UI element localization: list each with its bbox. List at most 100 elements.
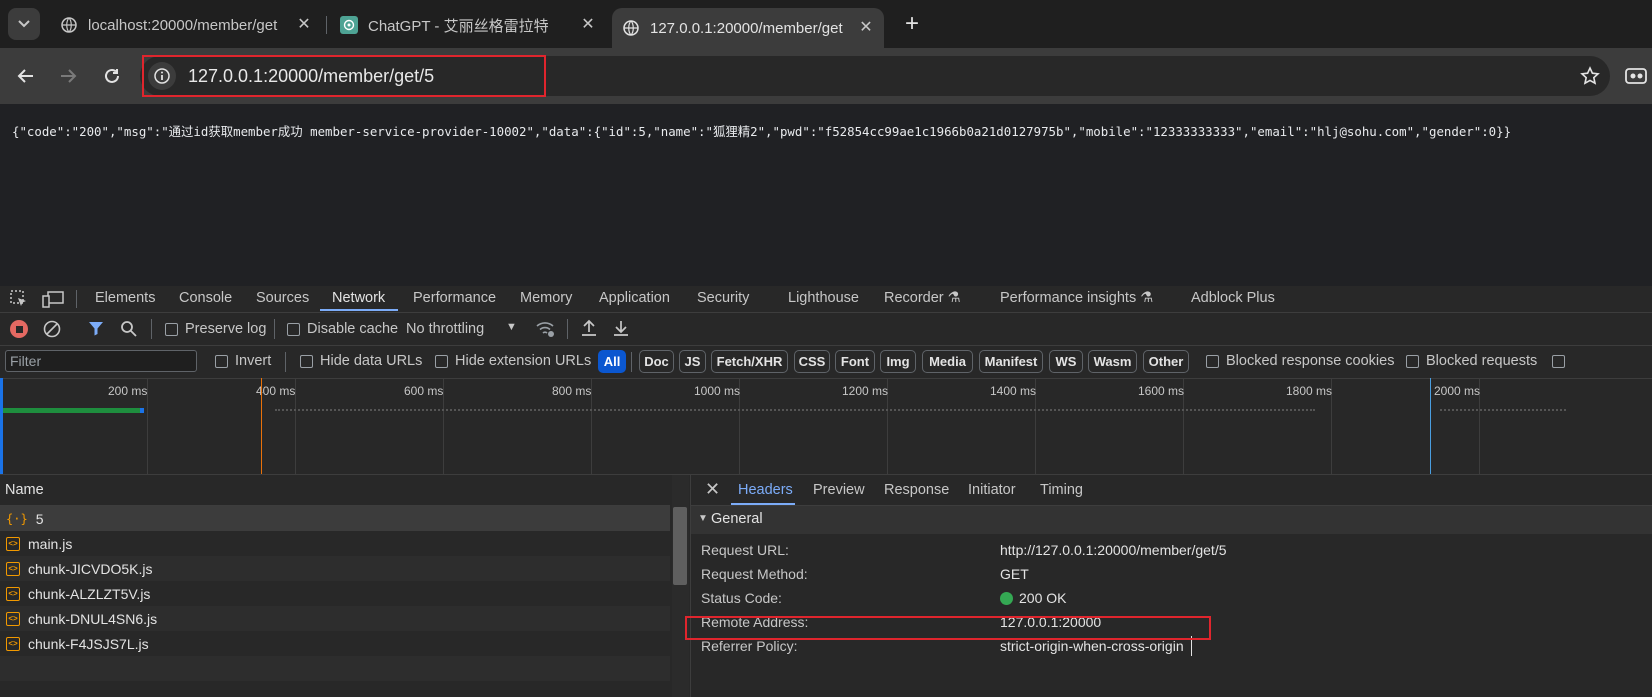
blocked-response-cookies-checkbox[interactable] [1206,355,1219,368]
filter-input[interactable]: Filter [5,350,197,372]
preserve-log-checkbox[interactable] [165,323,178,336]
filter-chip-css[interactable]: CSS [794,350,830,373]
header-value: strict-origin-when-cross-origin [1000,638,1184,654]
close-tab-icon[interactable]: ✕ [580,17,596,33]
remote-address-highlight-box [685,616,1211,640]
third-party-checkbox[interactable] [1552,355,1565,368]
filter-icon [89,322,103,336]
disable-cache-checkbox[interactable] [287,323,300,336]
header-key: Referrer Policy: [701,638,798,654]
request-row[interactable]: <> chunk-DNUL4SN6.js [0,606,670,631]
tab-recorder-label: Recorder [884,290,944,306]
filter-chip-other[interactable]: Other [1143,350,1189,373]
filter-chip-js[interactable]: JS [679,350,706,373]
tab-recorder[interactable]: Recorder ⚗ [884,290,961,306]
forward-button[interactable] [54,62,82,90]
reload-button[interactable] [98,62,126,90]
tab-memory[interactable]: Memory [520,290,572,306]
request-row[interactable]: <> chunk-ALZLZT5V.js [0,581,670,606]
invert-checkbox[interactable] [215,355,228,368]
request-row[interactable]: <> chunk-JICVDO5K.js [0,556,670,581]
request-name: chunk-DNUL4SN6.js [28,610,158,627]
request-row[interactable]: <> chunk-F4JSJS7L.js [0,631,670,656]
request-name: chunk-JICVDO5K.js [28,560,153,577]
filter-funnel-button[interactable] [88,320,104,336]
tab-preview[interactable]: Preview [813,482,865,498]
script-icon: <> [6,536,20,551]
request-row[interactable] [0,656,670,681]
tab-chatgpt[interactable]: ChatGPT - 艾丽丝格雷拉特 ✕ [330,8,606,42]
tab-sources[interactable]: Sources [256,290,309,306]
tab-application[interactable]: Application [599,290,670,306]
scrollbar-thumb[interactable] [673,507,687,585]
tab-elements[interactable]: Elements [95,290,155,306]
name-column-header[interactable]: Name [0,475,670,506]
tab-security[interactable]: Security [697,290,749,306]
network-overview-timeline[interactable]: 200 ms 400 ms 600 ms 800 ms 1000 ms 1200… [0,378,1652,475]
tab-network[interactable]: Network [332,290,385,306]
request-name: chunk-F4JSJS7L.js [28,635,149,652]
tab-adblock-plus[interactable]: Adblock Plus [1191,290,1275,306]
import-har-button[interactable] [580,319,598,337]
new-tab-button[interactable]: + [898,10,926,38]
header-key: Request URL: [701,542,789,558]
search-icon [121,321,137,337]
tab-title: 127.0.0.1:20000/member/get [650,19,843,37]
request-name: main.js [28,535,73,552]
tab-response[interactable]: Response [884,482,949,498]
tab-localhost[interactable]: localhost:20000/member/get ✕ [50,8,322,42]
filter-chip-img[interactable]: Img [880,350,916,373]
blocked-requests-checkbox[interactable] [1406,355,1419,368]
request-row[interactable]: <> main.js [0,531,670,556]
tab-console[interactable]: Console [179,290,232,306]
filter-chip-fetch-xhr[interactable]: Fetch/XHR [711,350,788,373]
tab-performance[interactable]: Performance [413,290,496,306]
search-button[interactable] [120,320,137,337]
network-conditions-icon[interactable] [535,320,555,338]
timeline-tick-label: 1200 ms [842,384,889,398]
timeline-tick-label: 200 ms [108,384,148,398]
record-button[interactable] [10,320,28,338]
clear-button[interactable] [43,320,61,338]
filter-chip-ws[interactable]: WS [1049,350,1083,373]
tab-search-button[interactable] [8,8,40,40]
general-section-title: General [711,511,763,527]
hide-data-urls-checkbox[interactable] [300,355,313,368]
status-code-value: 200 OK [1000,590,1066,606]
hide-extension-urls-checkbox[interactable] [435,355,448,368]
filter-chip-font[interactable]: Font [835,350,875,373]
tab-headers[interactable]: Headers [738,482,793,498]
tab-timing[interactable]: Timing [1040,482,1083,498]
filter-divider [631,352,632,372]
timeline-activity-line [1440,409,1566,413]
request-row[interactable]: {·} 5 [0,506,670,531]
bookmark-star-icon[interactable] [1580,66,1600,86]
throttling-select[interactable]: No throttling ▼ [406,321,518,339]
filter-chip-media[interactable]: Media [922,350,973,373]
filter-chip-wasm[interactable]: Wasm [1088,350,1137,373]
json-response-text: {"code":"200","msg":"通过id获取member成功 memb… [12,124,1512,139]
throttling-value: No throttling [406,321,485,337]
triangle-down-icon: ▼ [698,513,708,524]
request-name: chunk-ALZLZT5V.js [28,585,151,602]
tab-lighthouse[interactable]: Lighthouse [788,290,859,306]
inspect-element-icon[interactable] [10,290,28,308]
general-section-header[interactable]: ▼ General [691,506,1652,534]
tab-initiator[interactable]: Initiator [968,482,1016,498]
device-toolbar-icon[interactable] [42,290,64,308]
timeline-selection-handle[interactable] [0,378,3,474]
export-har-button[interactable] [612,319,630,337]
tab-performance-insights[interactable]: Performance insights ⚗ [1000,290,1153,306]
script-icon: <> [6,586,20,601]
filter-chip-doc[interactable]: Doc [639,350,674,373]
status-ok-dot-icon [1000,591,1013,605]
close-detail-icon[interactable]: ✕ [705,479,720,500]
close-tab-icon[interactable]: ✕ [858,20,874,36]
filter-chip-manifest[interactable]: Manifest [979,350,1043,373]
close-tab-icon[interactable]: ✕ [296,17,312,33]
back-button[interactable] [12,62,40,90]
filter-chip-all[interactable]: All [598,350,626,373]
tab-active-127[interactable]: 127.0.0.1:20000/member/get ✕ [612,8,884,48]
extension-icon[interactable] [1624,66,1648,86]
blocked-response-cookies-label: Blocked response cookies [1226,353,1395,369]
